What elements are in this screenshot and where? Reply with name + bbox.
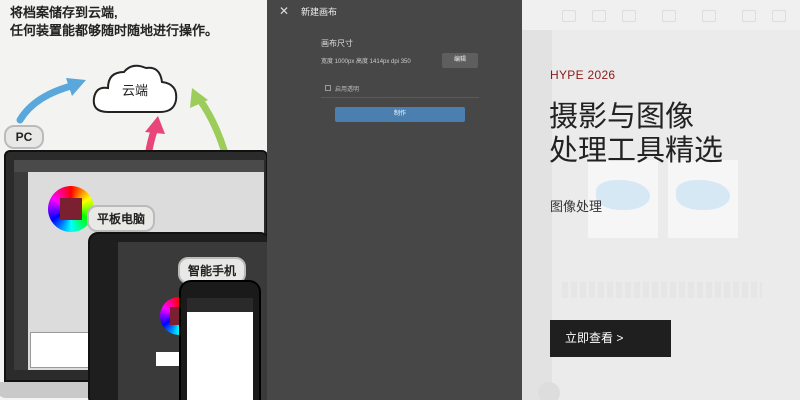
edit-button[interactable]: 编辑 (442, 53, 478, 68)
device-label-tablet: 平板电脑 (87, 205, 156, 232)
article-card: HYPE 2026 摄影与图像 处理工具精选 图像处理 立即查看 > (522, 0, 800, 400)
phone-illustration (179, 280, 261, 400)
canvas-dimensions: 宽度 1000px 高度 1414px dpi 350 (321, 59, 411, 65)
card-title-line-2: 处理工具精选 (549, 135, 724, 167)
background-side-panel (522, 30, 552, 400)
close-icon[interactable]: ✕ (279, 4, 289, 18)
cloud-label: 云端 (121, 83, 148, 98)
view-now-button[interactable]: 立即查看 > (550, 320, 671, 357)
cloud-storage: 云端 (90, 60, 180, 118)
transparency-checkbox-label: 启用透明 (335, 87, 360, 93)
phone-screen (187, 298, 253, 400)
card-year: HYPE 2026 (550, 68, 616, 82)
transparency-checkbox[interactable] (325, 85, 331, 91)
arrow-pc-to-cloud (16, 81, 79, 124)
divider (321, 97, 479, 98)
layers-panel (30, 332, 92, 368)
card-title: 摄影与图像 处理工具精选 (549, 100, 723, 168)
background-caption (562, 282, 762, 298)
cloud-sync-promo: 将档案储存到云端, 任何装置能都够随时随地进行操作。 云端 PC 平板电脑 智能… (0, 0, 267, 400)
canvas-size-label: 画布尺寸 (321, 39, 353, 48)
background-artwork (588, 160, 748, 238)
background-toolbar (522, 0, 800, 30)
new-canvas-dialog: ✕ 新建画布 画布尺寸 宽度 1000px 高度 1414px dpi 350 … (267, 0, 522, 400)
device-label-pc: PC (4, 125, 44, 149)
create-button[interactable]: 制作 (335, 107, 465, 122)
background-avatar (538, 382, 560, 400)
dialog-title: 新建画布 (301, 7, 338, 17)
card-title-line-1: 摄影与图像 (549, 101, 695, 133)
card-subtitle: 图像处理 (550, 199, 603, 214)
